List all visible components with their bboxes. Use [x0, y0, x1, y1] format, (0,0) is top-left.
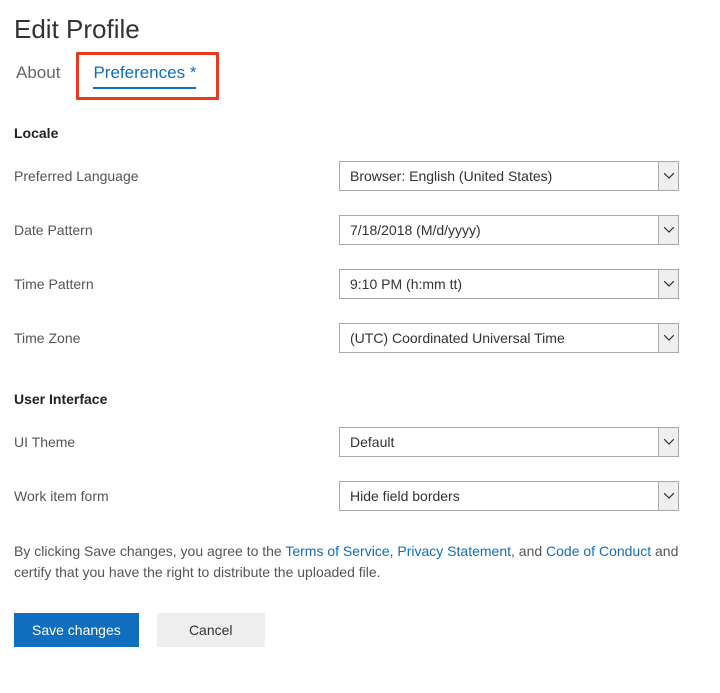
row-preferred-language: Preferred Language Browser: English (Uni…	[14, 161, 706, 191]
section-header-locale: Locale	[14, 125, 706, 141]
row-time-zone: Time Zone (UTC) Coordinated Universal Ti…	[14, 323, 706, 353]
row-ui-theme: UI Theme Default	[14, 427, 706, 457]
cancel-button[interactable]: Cancel	[157, 613, 265, 647]
select-work-item-form[interactable]: Hide field borders	[339, 481, 679, 511]
legal-sep: , and	[511, 543, 546, 559]
select-time-zone[interactable]: (UTC) Coordinated Universal Time	[339, 323, 679, 353]
row-date-pattern: Date Pattern 7/18/2018 (M/d/yyyy)	[14, 215, 706, 245]
legal-text: By clicking Save changes, you agree to t…	[14, 541, 706, 583]
row-time-pattern: Time Pattern 9:10 PM (h:mm tt)	[14, 269, 706, 299]
link-privacy-statement[interactable]: Privacy Statement	[397, 543, 511, 559]
annotation-highlight: Preferences *	[76, 52, 219, 100]
label-ui-theme: UI Theme	[14, 434, 339, 450]
label-work-item-form: Work item form	[14, 488, 339, 504]
select-preferred-language[interactable]: Browser: English (United States)	[339, 161, 679, 191]
section-header-ui: User Interface	[14, 391, 706, 407]
label-time-pattern: Time Pattern	[14, 276, 339, 292]
label-preferred-language: Preferred Language	[14, 168, 339, 184]
tab-preferences[interactable]: Preferences *	[93, 63, 196, 89]
select-date-pattern[interactable]: 7/18/2018 (M/d/yyyy)	[339, 215, 679, 245]
legal-prefix: By clicking Save changes, you agree to t…	[14, 543, 285, 559]
select-ui-theme[interactable]: Default	[339, 427, 679, 457]
button-row: Save changes Cancel	[14, 613, 706, 647]
label-date-pattern: Date Pattern	[14, 222, 339, 238]
save-changes-button[interactable]: Save changes	[14, 613, 139, 647]
select-time-pattern[interactable]: 9:10 PM (h:mm tt)	[339, 269, 679, 299]
link-terms-of-service[interactable]: Terms of Service	[285, 543, 389, 559]
page-title: Edit Profile	[14, 14, 706, 45]
link-code-of-conduct[interactable]: Code of Conduct	[546, 543, 651, 559]
tab-about[interactable]: About	[16, 63, 60, 89]
row-work-item-form: Work item form Hide field borders	[14, 481, 706, 511]
label-time-zone: Time Zone	[14, 330, 339, 346]
tab-bar: About Preferences *	[14, 63, 706, 89]
